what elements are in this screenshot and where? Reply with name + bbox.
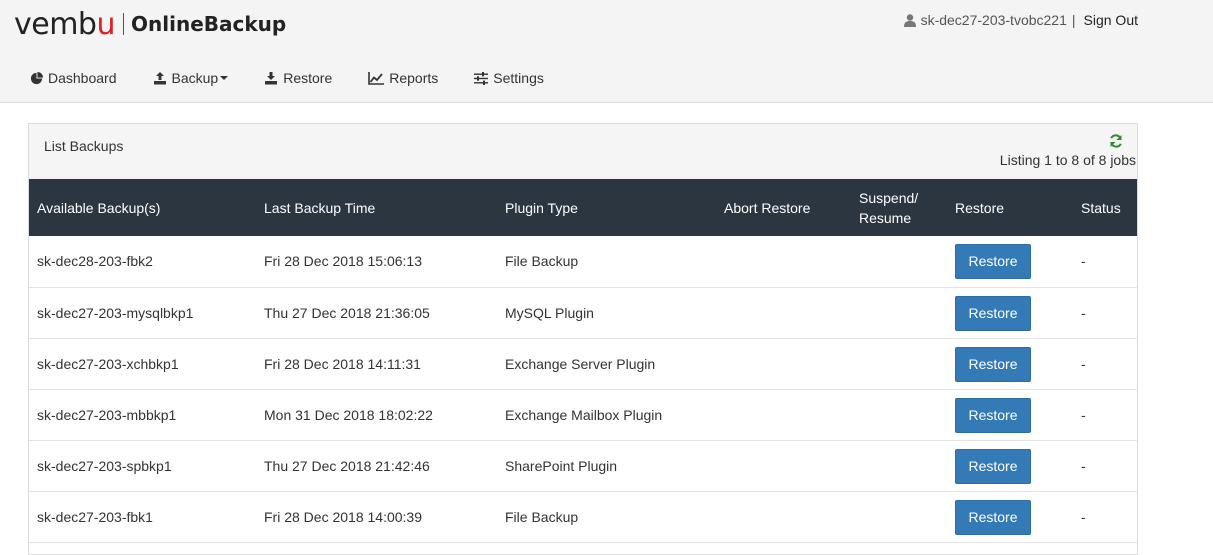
logo-product-name: OnlineBackup bbox=[131, 12, 287, 36]
sliders-icon bbox=[474, 71, 489, 85]
restore-cell: Restore bbox=[947, 287, 1065, 338]
plugin-type: Exchange Server Plugin bbox=[505, 355, 656, 372]
backup-time: Fri 28 Dec 2018 14:00:39 bbox=[264, 508, 422, 525]
backup-name: sk-dec28-203-fbk2 bbox=[37, 253, 153, 270]
backup-name: sk-dec27-203-xchbkp1 bbox=[37, 355, 179, 372]
restore-cell: Restore bbox=[947, 389, 1065, 440]
nav-dashboard[interactable]: Dashboard bbox=[30, 70, 117, 86]
status-cell: - bbox=[1081, 406, 1086, 423]
backups-table: Available Backup(s) Last Backup Time Plu… bbox=[29, 179, 1137, 543]
status-cell: - bbox=[1081, 355, 1086, 372]
list-backups-panel: List Backups Listing 1 to 8 of 8 jobs Av… bbox=[28, 123, 1138, 555]
plugin-type: Exchange Mailbox Plugin bbox=[505, 406, 663, 423]
plugin-type: SharePoint Plugin bbox=[505, 457, 618, 474]
nav-backup-label: Backup bbox=[171, 70, 219, 86]
backup-name: sk-dec27-203-mbbkp1 bbox=[37, 406, 177, 423]
abort-restore-cell bbox=[716, 338, 851, 389]
panel-title: List Backups bbox=[44, 138, 124, 154]
status-cell: - bbox=[1081, 508, 1086, 525]
suspend-resume-cell bbox=[851, 338, 947, 389]
panel-header: List Backups Listing 1 to 8 of 8 jobs bbox=[29, 124, 1137, 179]
backup-time: Thu 27 Dec 2018 21:42:46 bbox=[264, 457, 430, 474]
nav-restore-label: Restore bbox=[283, 70, 333, 86]
abort-restore-cell bbox=[716, 389, 851, 440]
nav-restore[interactable]: Restore bbox=[264, 70, 332, 86]
vembu-logo[interactable]: vembu OnlineBackup bbox=[14, 6, 286, 42]
restore-button[interactable]: Restore bbox=[955, 295, 1031, 331]
plugin-type: File Backup bbox=[505, 253, 579, 270]
restore-cell: Restore bbox=[947, 491, 1065, 542]
logo-divider bbox=[123, 13, 124, 35]
table-row: sk-dec27-203-spbkp1 Thu 27 Dec 2018 21:4… bbox=[29, 440, 1137, 491]
abort-restore-cell bbox=[716, 287, 851, 338]
backup-time: Thu 27 Dec 2018 21:36:05 bbox=[264, 304, 430, 321]
suspend-resume-cell bbox=[851, 389, 947, 440]
table-row: sk-dec28-203-fbk2 Fri 28 Dec 2018 15:06:… bbox=[29, 236, 1137, 287]
status-cell: - bbox=[1081, 304, 1086, 321]
abort-restore-cell bbox=[716, 491, 851, 542]
chevron-down-icon bbox=[220, 76, 229, 80]
suspend-resume-cell bbox=[851, 440, 947, 491]
backup-time: Fri 28 Dec 2018 15:06:13 bbox=[264, 253, 422, 270]
username: sk-dec27-203-tvobc221 bbox=[920, 12, 1067, 28]
status-cell: - bbox=[1081, 457, 1086, 474]
table-row: sk-dec27-203-mysqlbkp1 Thu 27 Dec 2018 2… bbox=[29, 287, 1137, 338]
plugin-type: File Backup bbox=[505, 508, 579, 525]
backup-name: sk-dec27-203-mysqlbkp1 bbox=[37, 304, 194, 321]
logo-wordmark: vembu bbox=[14, 6, 115, 42]
restore-cell: Restore bbox=[947, 440, 1065, 491]
restore-button[interactable]: Restore bbox=[955, 448, 1031, 484]
col-abort-restore: Abort Restore bbox=[724, 199, 811, 216]
backup-time: Mon 31 Dec 2018 18:02:22 bbox=[264, 406, 433, 423]
col-available-backups[interactable]: Available Backup(s) bbox=[29, 179, 256, 236]
backup-name: sk-dec27-203-spbkp1 bbox=[37, 457, 172, 474]
top-header: vembu OnlineBackup sk-dec27-203-tvobc221… bbox=[0, 0, 1213, 103]
nav-reports-label: Reports bbox=[389, 70, 439, 86]
nav-reports[interactable]: Reports bbox=[368, 70, 438, 86]
table-row: sk-dec27-203-mbbkp1 Mon 31 Dec 2018 18:0… bbox=[29, 389, 1137, 440]
abort-restore-cell bbox=[716, 236, 851, 287]
restore-cell: Restore bbox=[947, 236, 1065, 287]
suspend-resume-cell bbox=[851, 236, 947, 287]
restore-button[interactable]: Restore bbox=[955, 244, 1031, 280]
main-nav: Dashboard Backup Restore Reports Setting… bbox=[30, 70, 580, 86]
nav-dashboard-label: Dashboard bbox=[48, 70, 117, 86]
user-icon bbox=[903, 13, 916, 27]
table-header-row: Available Backup(s) Last Backup Time Plu… bbox=[29, 179, 1137, 236]
col-status: Status bbox=[1081, 199, 1121, 216]
nav-settings-label: Settings bbox=[493, 70, 544, 86]
user-separator: | bbox=[1071, 12, 1076, 28]
col-restore: Restore bbox=[955, 199, 1005, 216]
suspend-resume-cell bbox=[851, 287, 947, 338]
listing-count: Listing 1 to 8 of 8 jobs bbox=[999, 152, 1136, 168]
col-last-backup-time[interactable]: Last Backup Time bbox=[256, 179, 497, 236]
backup-time: Fri 28 Dec 2018 14:11:31 bbox=[264, 355, 421, 372]
backup-name: sk-dec27-203-fbk1 bbox=[37, 508, 153, 525]
user-bar: sk-dec27-203-tvobc221 | Sign Out bbox=[903, 12, 1138, 28]
plugin-type: MySQL Plugin bbox=[505, 304, 594, 321]
nav-backup[interactable]: Backup bbox=[153, 70, 229, 86]
table-row: sk-dec27-203-fbk1 Fri 28 Dec 2018 14:00:… bbox=[29, 491, 1137, 542]
restore-cell: Restore bbox=[947, 338, 1065, 389]
col-plugin-type[interactable]: Plugin Type bbox=[497, 179, 716, 236]
abort-restore-cell bbox=[716, 440, 851, 491]
download-icon bbox=[265, 71, 278, 84]
restore-button[interactable]: Restore bbox=[955, 346, 1031, 382]
col-suspend-resume: Suspend/Resume bbox=[859, 189, 919, 226]
upload-icon bbox=[153, 71, 166, 84]
suspend-resume-cell bbox=[851, 491, 947, 542]
table-row: sk-dec27-203-xchbkp1 Fri 28 Dec 2018 14:… bbox=[29, 338, 1137, 389]
restore-button[interactable]: Restore bbox=[955, 499, 1031, 535]
nav-settings[interactable]: Settings bbox=[474, 70, 544, 86]
status-cell: - bbox=[1081, 253, 1086, 270]
sign-out-link[interactable]: Sign Out bbox=[1084, 12, 1138, 28]
refresh-icon[interactable] bbox=[1109, 134, 1123, 148]
restore-button[interactable]: Restore bbox=[955, 397, 1031, 433]
line-chart-icon bbox=[368, 71, 385, 85]
pie-chart-icon bbox=[30, 71, 43, 84]
